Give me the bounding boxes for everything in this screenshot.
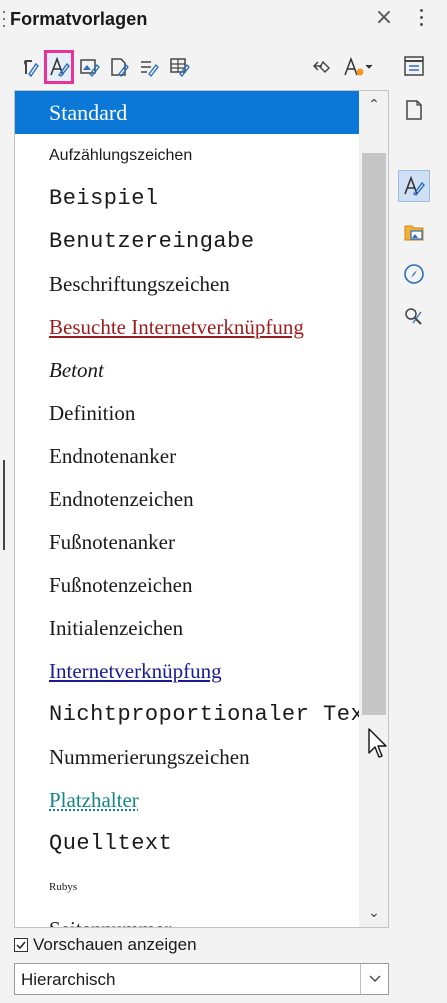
panel-header: Formatvorlagen × (0, 0, 447, 42)
style-item[interactable]: Endnotenanker (15, 435, 359, 478)
scrollbar[interactable]: ⌃ ⌄ (359, 91, 388, 927)
styles-list[interactable]: Standard Aufzählungszeichen Beispiel Benutz… (14, 90, 389, 928)
style-item-label: Betont (49, 358, 104, 382)
frame-styles-icon[interactable] (74, 50, 104, 84)
filter-value: Hierarchisch (21, 970, 116, 989)
filter-select[interactable]: Hierarchisch (14, 963, 389, 995)
style-category-toolbar (14, 50, 394, 84)
style-item[interactable]: Benutzereingabe (15, 220, 359, 263)
style-item-label: Quelltext (49, 831, 173, 856)
drag-grip[interactable] (2, 11, 6, 29)
preview-checkbox[interactable] (14, 938, 28, 952)
style-item-label: Endnotenzeichen (49, 487, 194, 511)
style-item-label: Nichtproportionaler Text (49, 702, 359, 727)
style-item[interactable]: Seitennummer (15, 908, 359, 927)
style-item[interactable]: Besuchte Internetverknüpfung (15, 306, 359, 349)
style-item[interactable]: Fußnotenzeichen (15, 564, 359, 607)
style-item-label: Fußnotenzeichen (49, 573, 193, 597)
style-item[interactable]: Rubys (15, 865, 359, 908)
preview-label: Vorschauen anzeigen (33, 935, 197, 954)
close-button[interactable]: × (370, 4, 398, 32)
navigator-icon[interactable] (398, 258, 430, 290)
new-style-icon[interactable] (336, 50, 380, 84)
preview-toggle[interactable]: Vorschauen anzeigen (14, 932, 197, 958)
chevron-down-icon[interactable] (360, 964, 388, 994)
style-item[interactable]: Quelltext (15, 822, 359, 865)
style-item-label: Seitennummer (49, 917, 171, 927)
style-item[interactable]: Nichtproportionaler Text (15, 693, 359, 736)
style-item-label: Nummerierungszeichen (49, 745, 250, 769)
style-item[interactable]: Nummerierungszeichen (15, 736, 359, 779)
more-options-icon[interactable] (416, 9, 428, 29)
paragraph-styles-icon[interactable] (14, 50, 44, 84)
style-item[interactable]: Beschriftungszeichen (15, 263, 359, 306)
sidebar-deck (396, 50, 436, 330)
scrollbar-thumb[interactable] (362, 153, 386, 715)
style-item-label: Benutzereingabe (49, 229, 255, 254)
style-item[interactable]: Endnotenzeichen (15, 478, 359, 521)
style-item-label: Internetverknüpfung (49, 659, 222, 683)
page-styles-icon[interactable] (104, 50, 134, 84)
scroll-up-icon[interactable]: ⌃ (359, 91, 388, 119)
page-icon[interactable] (398, 94, 430, 126)
character-styles-icon[interactable] (44, 50, 74, 84)
style-item[interactable]: Standard (15, 91, 359, 134)
style-item-label: Beispiel (49, 186, 159, 211)
gallery-icon[interactable] (398, 216, 430, 248)
properties-icon[interactable] (398, 50, 430, 82)
mouse-cursor-icon (368, 728, 387, 758)
panel-title: Formatvorlagen (10, 9, 148, 29)
style-item[interactable]: Internetverknüpfung (15, 650, 359, 693)
list-styles-icon[interactable] (134, 50, 164, 84)
scroll-down-icon[interactable]: ⌄ (359, 899, 388, 927)
style-item[interactable]: Fußnotenanker (15, 521, 359, 564)
style-item[interactable]: Platzhalter (15, 779, 359, 822)
style-item[interactable]: Initialenzeichen (15, 607, 359, 650)
style-item-label: Endnotenanker (49, 444, 177, 468)
style-item-label: Platzhalter (49, 788, 139, 812)
styles-icon[interactable] (398, 170, 430, 202)
style-item[interactable]: Beispiel (15, 177, 359, 220)
style-item-label: Besuchte Internetverknüpfung (49, 315, 304, 339)
style-item-label: Fußnotenanker (49, 530, 175, 554)
fill-format-mode-icon[interactable] (306, 50, 336, 84)
style-item-label: Definition (49, 401, 136, 425)
style-item-label: Aufzählungszeichen (49, 146, 193, 164)
style-item-label: Initialenzeichen (49, 616, 184, 640)
style-item[interactable]: Aufzählungszeichen (15, 134, 359, 177)
style-item[interactable]: Betont (15, 349, 359, 392)
table-styles-icon[interactable] (164, 50, 194, 84)
style-item-label: Beschriftungszeichen (49, 272, 230, 296)
edge-divider (3, 460, 5, 550)
style-item-label: Rubys (49, 880, 78, 893)
style-inspector-icon[interactable] (398, 300, 430, 332)
style-item[interactable]: Definition (15, 392, 359, 435)
style-item-label: Standard (49, 99, 128, 125)
